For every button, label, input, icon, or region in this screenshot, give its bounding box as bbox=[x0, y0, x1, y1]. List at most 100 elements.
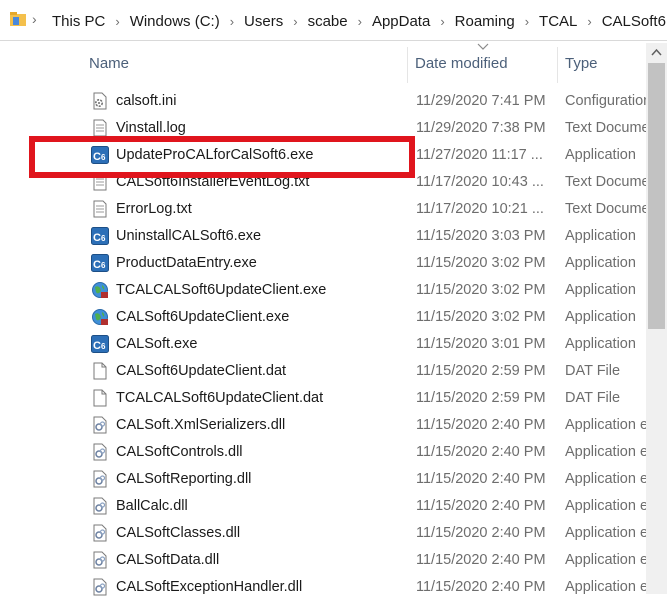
file-type: Application bbox=[565, 282, 636, 298]
breadcrumb-item[interactable]: scabe bbox=[300, 13, 356, 30]
file-row[interactable]: CALSoft.XmlSerializers.dll 11/15/2020 2:4… bbox=[0, 412, 646, 439]
text-file-icon bbox=[91, 200, 109, 218]
globe-app-icon bbox=[91, 281, 109, 299]
file-type: Application extension bbox=[565, 579, 646, 595]
file-row[interactable]: CALSoftClasses.dll 11/15/2020 2:40 PM Appl… bbox=[0, 520, 646, 547]
file-name: ProductDataEntry.exe bbox=[116, 255, 257, 271]
file-row[interactable]: TCALCALSoft6UpdateClient.dat 11/15/2020 2… bbox=[0, 385, 646, 412]
address-bar[interactable]: › This PC › Windows (C:) › Users › scabe › AppDa… bbox=[0, 0, 667, 41]
file-row[interactable]: C 6 CALSoft.exe 11/15/2020 3:01 PM Applicati… bbox=[0, 331, 646, 358]
file-date-modified: 11/15/2020 3:01 PM bbox=[416, 336, 546, 352]
svg-text:6: 6 bbox=[101, 234, 106, 243]
file-type: Text Document bbox=[565, 174, 646, 190]
breadcrumb-item[interactable]: AppData bbox=[364, 13, 438, 30]
file-row[interactable]: calsoft.ini 11/29/2020 7:41 PM Configurati… bbox=[0, 88, 646, 115]
file-type: Application extension bbox=[565, 417, 646, 433]
globe-app-icon bbox=[91, 308, 109, 326]
file-type: Application bbox=[565, 147, 636, 163]
chevron-right-icon[interactable]: › bbox=[32, 11, 37, 27]
breadcrumb-item[interactable]: Windows (C:) bbox=[122, 13, 228, 30]
file-row[interactable]: C 6 UninstallCALSoft6.exe 11/15/2020 3:03 P… bbox=[0, 223, 646, 250]
svg-text:6: 6 bbox=[101, 342, 106, 351]
scroll-up-arrow-icon[interactable] bbox=[646, 43, 667, 63]
file-date-modified: 11/15/2020 3:02 PM bbox=[416, 255, 546, 271]
file-row[interactable]: ErrorLog.txt 11/17/2020 10:21 ... Text Doc… bbox=[0, 196, 646, 223]
svg-text:6: 6 bbox=[101, 261, 106, 270]
file-name: TCALCALSoft6UpdateClient.exe bbox=[116, 282, 327, 298]
file-date-modified: 11/15/2020 3:03 PM bbox=[416, 228, 546, 244]
file-name: CALSoftClasses.dll bbox=[116, 525, 241, 541]
file-date-modified: 11/15/2020 2:40 PM bbox=[416, 471, 546, 487]
chevron-right-icon[interactable]: › bbox=[228, 14, 236, 29]
file-type: Application bbox=[565, 228, 636, 244]
file-type: Application bbox=[565, 336, 636, 352]
file-type: Application bbox=[565, 255, 636, 271]
file-name: BallCalc.dll bbox=[116, 498, 188, 514]
file-row[interactable]: CALSoftControls.dll 11/15/2020 2:40 PM App… bbox=[0, 439, 646, 466]
blank-file-icon bbox=[91, 362, 109, 380]
scrollbar-thumb[interactable] bbox=[648, 63, 665, 329]
file-row[interactable]: CALSoft6UpdateClient.dat 11/15/2020 2:59 … bbox=[0, 358, 646, 385]
file-date-modified: 11/15/2020 2:40 PM bbox=[416, 552, 546, 568]
file-row[interactable]: C 6 ProductDataEntry.exe 11/15/2020 3:02 PM… bbox=[0, 250, 646, 277]
file-date-modified: 11/27/2020 11:17 ... bbox=[416, 147, 543, 163]
file-type: DAT File bbox=[565, 390, 621, 406]
chevron-right-icon[interactable]: › bbox=[585, 14, 593, 29]
chevron-right-icon[interactable]: › bbox=[113, 14, 121, 29]
file-date-modified: 11/17/2020 10:21 ... bbox=[416, 201, 544, 217]
breadcrumb-item[interactable]: Users bbox=[236, 13, 291, 30]
chevron-right-icon[interactable]: › bbox=[291, 14, 299, 29]
file-row[interactable]: CALSoftReporting.dll 11/15/2020 2:40 PM Ap… bbox=[0, 466, 646, 493]
file-date-modified: 11/15/2020 2:40 PM bbox=[416, 444, 546, 460]
file-row[interactable]: TCALCALSoft6UpdateClient.exe 11/15/2020 3… bbox=[0, 277, 646, 304]
svg-text:C: C bbox=[93, 232, 101, 244]
svg-text:C: C bbox=[93, 340, 101, 352]
sort-descending-icon bbox=[477, 43, 489, 50]
file-date-modified: 11/15/2020 3:02 PM bbox=[416, 309, 546, 325]
dll-file-icon bbox=[91, 524, 109, 542]
file-name: CALSoft6UpdateClient.dat bbox=[116, 363, 287, 379]
file-date-modified: 11/15/2020 3:02 PM bbox=[416, 282, 546, 298]
vertical-scrollbar[interactable] bbox=[646, 43, 667, 594]
breadcrumb-item[interactable]: CALSoft6 bbox=[594, 13, 667, 30]
file-row[interactable]: BallCalc.dll 11/15/2020 2:40 PM Applicatio… bbox=[0, 493, 646, 520]
column-header-name[interactable]: Name bbox=[89, 55, 129, 72]
column-divider[interactable] bbox=[407, 47, 408, 83]
chevron-right-icon[interactable]: › bbox=[438, 14, 446, 29]
file-type: Application extension bbox=[565, 525, 646, 541]
file-name: CALSoft.XmlSerializers.dll bbox=[116, 417, 286, 433]
file-date-modified: 11/15/2020 2:40 PM bbox=[416, 417, 546, 433]
file-date-modified: 11/15/2020 2:40 PM bbox=[416, 498, 546, 514]
file-row[interactable]: CALSoft6UpdateClient.exe 11/15/2020 3:02 … bbox=[0, 304, 646, 331]
chevron-right-icon[interactable]: › bbox=[356, 14, 364, 29]
file-name: CALSoft6UpdateClient.exe bbox=[116, 309, 290, 325]
dll-file-icon bbox=[91, 497, 109, 515]
breadcrumb-item[interactable]: TCAL bbox=[531, 13, 585, 30]
svg-text:C: C bbox=[93, 259, 101, 271]
column-header-type[interactable]: Type bbox=[565, 55, 598, 72]
file-row[interactable]: CALSoftData.dll 11/15/2020 2:40 PM Applica… bbox=[0, 547, 646, 574]
file-date-modified: 11/29/2020 7:41 PM bbox=[416, 93, 546, 109]
file-name: CALSoftExceptionHandler.dll bbox=[116, 579, 303, 595]
file-name: UninstallCALSoft6.exe bbox=[116, 228, 262, 244]
chevron-right-icon[interactable]: › bbox=[523, 14, 531, 29]
file-type: Application extension bbox=[565, 471, 646, 487]
file-date-modified: 11/29/2020 7:38 PM bbox=[416, 120, 546, 136]
breadcrumb: This PC › Windows (C:) › Users › scabe › AppData… bbox=[44, 11, 667, 31]
calsoft-app-icon: C6 bbox=[91, 227, 109, 245]
dll-file-icon bbox=[91, 578, 109, 596]
file-name: CALSoft.exe bbox=[116, 336, 198, 352]
file-type: Text Document bbox=[565, 120, 646, 136]
column-divider[interactable] bbox=[557, 47, 558, 83]
dll-file-icon bbox=[91, 470, 109, 488]
file-name: ErrorLog.txt bbox=[116, 201, 192, 217]
folder-icon bbox=[10, 12, 26, 26]
file-row[interactable]: CALSoftExceptionHandler.dll 11/15/2020 2:… bbox=[0, 574, 646, 601]
file-name: Vinstall.log bbox=[116, 120, 186, 136]
file-date-modified: 11/15/2020 2:59 PM bbox=[416, 390, 546, 406]
file-date-modified: 11/17/2020 10:43 ... bbox=[416, 174, 544, 190]
breadcrumb-item[interactable]: Roaming bbox=[447, 13, 523, 30]
dll-file-icon bbox=[91, 551, 109, 569]
breadcrumb-item[interactable]: This PC bbox=[44, 13, 113, 30]
column-header-date-modified[interactable]: Date modified bbox=[415, 55, 508, 72]
